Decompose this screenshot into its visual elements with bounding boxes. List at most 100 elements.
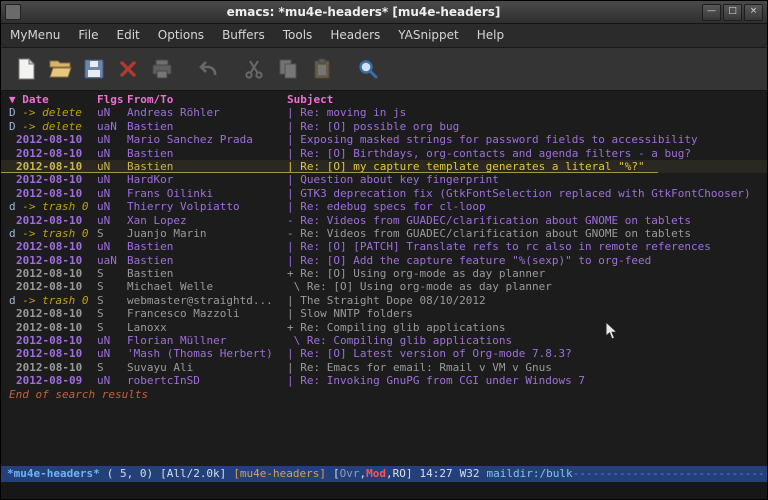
modeline-indicators: [Ovr,Mod,RO] — [333, 466, 413, 482]
search-button[interactable] — [353, 54, 383, 84]
message-row[interactable]: 2012-08-10uaNBastien| Re: [O] Add the ca… — [1, 254, 767, 267]
minimize-button[interactable]: — — [702, 4, 721, 21]
message-row[interactable]: 2012-08-10SFrancesco Mazzoli| Slow NNTP … — [1, 307, 767, 320]
message-row[interactable]: 2012-08-10SLanoxx+ Re: Compiling glib ap… — [1, 321, 767, 334]
message-row[interactable]: d -> trash 0SJuanjo Marin- Re: Videos fr… — [1, 227, 767, 240]
message-from: Bastien — [127, 120, 287, 133]
message-from: Frans Oilinki — [127, 187, 287, 200]
message-row[interactable]: 2012-08-10uNFrans Oilinki| GTK3 deprecat… — [1, 187, 767, 200]
message-flags: uN — [97, 240, 127, 253]
maximize-button[interactable]: □ — [723, 4, 742, 21]
message-row[interactable]: d -> trash 0uNThierry Volpiatto| Re: ede… — [1, 200, 767, 213]
message-date: 2012-08-10 — [9, 307, 97, 320]
toolbar-group — [353, 54, 383, 84]
close-buffer-button[interactable] — [113, 54, 143, 84]
open-file-button[interactable] — [45, 54, 75, 84]
message-subject: | Re: Invoking GnuPG from CGI under Wind… — [287, 374, 767, 387]
message-row[interactable]: 2012-08-10SSuvayu Ali| Re: Emacs for ema… — [1, 361, 767, 374]
column-header-date[interactable]: ▼ Date — [9, 93, 97, 106]
modeline-filler: ----------------------------------------… — [573, 466, 767, 482]
message-list: D -> deleteuNAndreas Röhler| Re: moving … — [1, 106, 767, 387]
message-date: 2012-08-10 — [9, 267, 97, 280]
message-subject: | Re: [O] Add the capture feature "%(sex… — [287, 254, 767, 267]
menu-item-yasnippet[interactable]: YASnippet — [389, 24, 468, 47]
message-date: 2012-08-10 — [9, 280, 97, 293]
menu-item-headers[interactable]: Headers — [321, 24, 389, 47]
message-subject: \ Re: Compiling glib applications — [287, 334, 767, 347]
menu-item-buffers[interactable]: Buffers — [213, 24, 274, 47]
message-from: Mario Sanchez Prada — [127, 133, 287, 146]
column-header-from[interactable]: From/To — [127, 93, 287, 106]
toolbar-group — [239, 54, 337, 84]
column-header-subject[interactable]: Subject — [287, 93, 767, 106]
message-row[interactable]: D -> deleteuNAndreas Röhler| Re: moving … — [1, 106, 767, 119]
open-file-icon — [48, 57, 72, 81]
message-row[interactable]: D -> deleteuaNBastien| Re: [O] possible … — [1, 120, 767, 133]
modeline-buffer-name: *mu4e-headers* — [7, 466, 100, 482]
copy-button — [273, 54, 303, 84]
message-from: Lanoxx — [127, 321, 287, 334]
message-row[interactable]: 2012-08-10uNXan Lopez- Re: Videos from G… — [1, 214, 767, 227]
modeline-indicator-ro: RO — [393, 467, 406, 480]
close-button[interactable]: × — [744, 4, 763, 21]
save-buffer-icon — [82, 57, 106, 81]
message-from: Thierry Volpiatto — [127, 200, 287, 213]
message-row[interactable]: 2012-08-10uN'Mash (Thomas Herbert)| Re: … — [1, 347, 767, 360]
modeline-time: 14:27 — [420, 466, 453, 482]
menu-item-mymenu[interactable]: MyMenu — [1, 24, 69, 47]
message-row[interactable]: 2012-08-10SBastien+ Re: [O] Using org-mo… — [1, 267, 767, 280]
save-buffer-button[interactable] — [79, 54, 109, 84]
message-row[interactable]: 2012-08-09uNrobertcInSD| Re: Invoking Gn… — [1, 374, 767, 387]
message-from: Andreas Röhler — [127, 106, 287, 119]
paste-icon — [310, 57, 334, 81]
message-flags: S — [97, 227, 127, 240]
menu-item-tools[interactable]: Tools — [274, 24, 322, 47]
message-row[interactable]: 2012-08-10uNBastien| Re: [O] Birthdays, … — [1, 147, 767, 160]
paste-button — [307, 54, 337, 84]
new-file-icon — [14, 57, 38, 81]
message-row[interactable]: 2012-08-10uNBastien| Re: [O] my capture … — [1, 160, 767, 173]
message-flags: S — [97, 307, 127, 320]
menu-item-help[interactable]: Help — [468, 24, 513, 47]
window-controls: —□× — [702, 4, 763, 21]
message-from: Bastien — [127, 254, 287, 267]
menu-item-file[interactable]: File — [69, 24, 107, 47]
modeline-message-count: [All/2.0k] — [160, 466, 226, 482]
menu-item-edit[interactable]: Edit — [108, 24, 149, 47]
message-subject: | The Straight Dope 08/10/2012 — [287, 294, 767, 307]
mark-action: -> delete — [16, 120, 82, 133]
message-subject: | Re: [O] possible org bug — [287, 120, 767, 133]
message-from: Bastien — [127, 147, 287, 160]
message-from: Suvayu Ali — [127, 361, 287, 374]
message-row[interactable]: 2012-08-10uNMario Sanchez Prada| Exposin… — [1, 133, 767, 146]
echo-area[interactable] — [1, 482, 767, 499]
modeline-week: W32 — [460, 466, 480, 482]
menubar: MyMenuFileEditOptionsBuffersToolsHeaders… — [1, 24, 767, 48]
message-row[interactable]: 2012-08-10uNHardKor| Question about key … — [1, 173, 767, 186]
message-from: HardKor — [127, 173, 287, 186]
message-row[interactable]: 2012-08-10uNBastien| Re: [O] [PATCH] Tra… — [1, 240, 767, 253]
column-header-flags[interactable]: Flgs — [97, 93, 127, 106]
message-date: 2012-08-10 — [9, 147, 97, 160]
message-date: 2012-08-10 — [9, 173, 97, 186]
message-from: Bastien — [127, 240, 287, 253]
modeline-major-mode[interactable]: [mu4e-headers] — [233, 466, 326, 482]
message-flags: uN — [97, 173, 127, 186]
search-icon — [356, 57, 380, 81]
titlebar[interactable]: emacs: *mu4e-headers* [mu4e-headers] —□× — [1, 1, 767, 24]
message-row[interactable]: 2012-08-10uNFlorian Müllner \ Re: Compil… — [1, 334, 767, 347]
message-subject: | GTK3 deprecation fix (GtkFontSelection… — [287, 187, 767, 200]
message-from: Bastien — [127, 160, 287, 173]
end-of-results: End of search results — [1, 388, 767, 401]
message-subject: - Re: Videos from GUADEC/clarification a… — [287, 227, 767, 240]
message-subject: \ Re: [O] Using org-mode as day planner — [287, 280, 767, 293]
window-menu-icon[interactable] — [5, 4, 21, 20]
message-subject: + Re: Compiling glib applications — [287, 321, 767, 334]
message-subject: | Re: moving in js — [287, 106, 767, 119]
message-row[interactable]: 2012-08-10SMichael Welle \ Re: [O] Using… — [1, 280, 767, 293]
menu-item-options[interactable]: Options — [149, 24, 213, 47]
mu4e-headers-buffer[interactable]: ▼ Date Flgs From/To Subject D -> deleteu… — [1, 91, 767, 466]
message-row[interactable]: d -> trash 0Swebmaster@straightd...| The… — [1, 294, 767, 307]
new-file-button[interactable] — [11, 54, 41, 84]
message-flags: uN — [97, 160, 127, 173]
